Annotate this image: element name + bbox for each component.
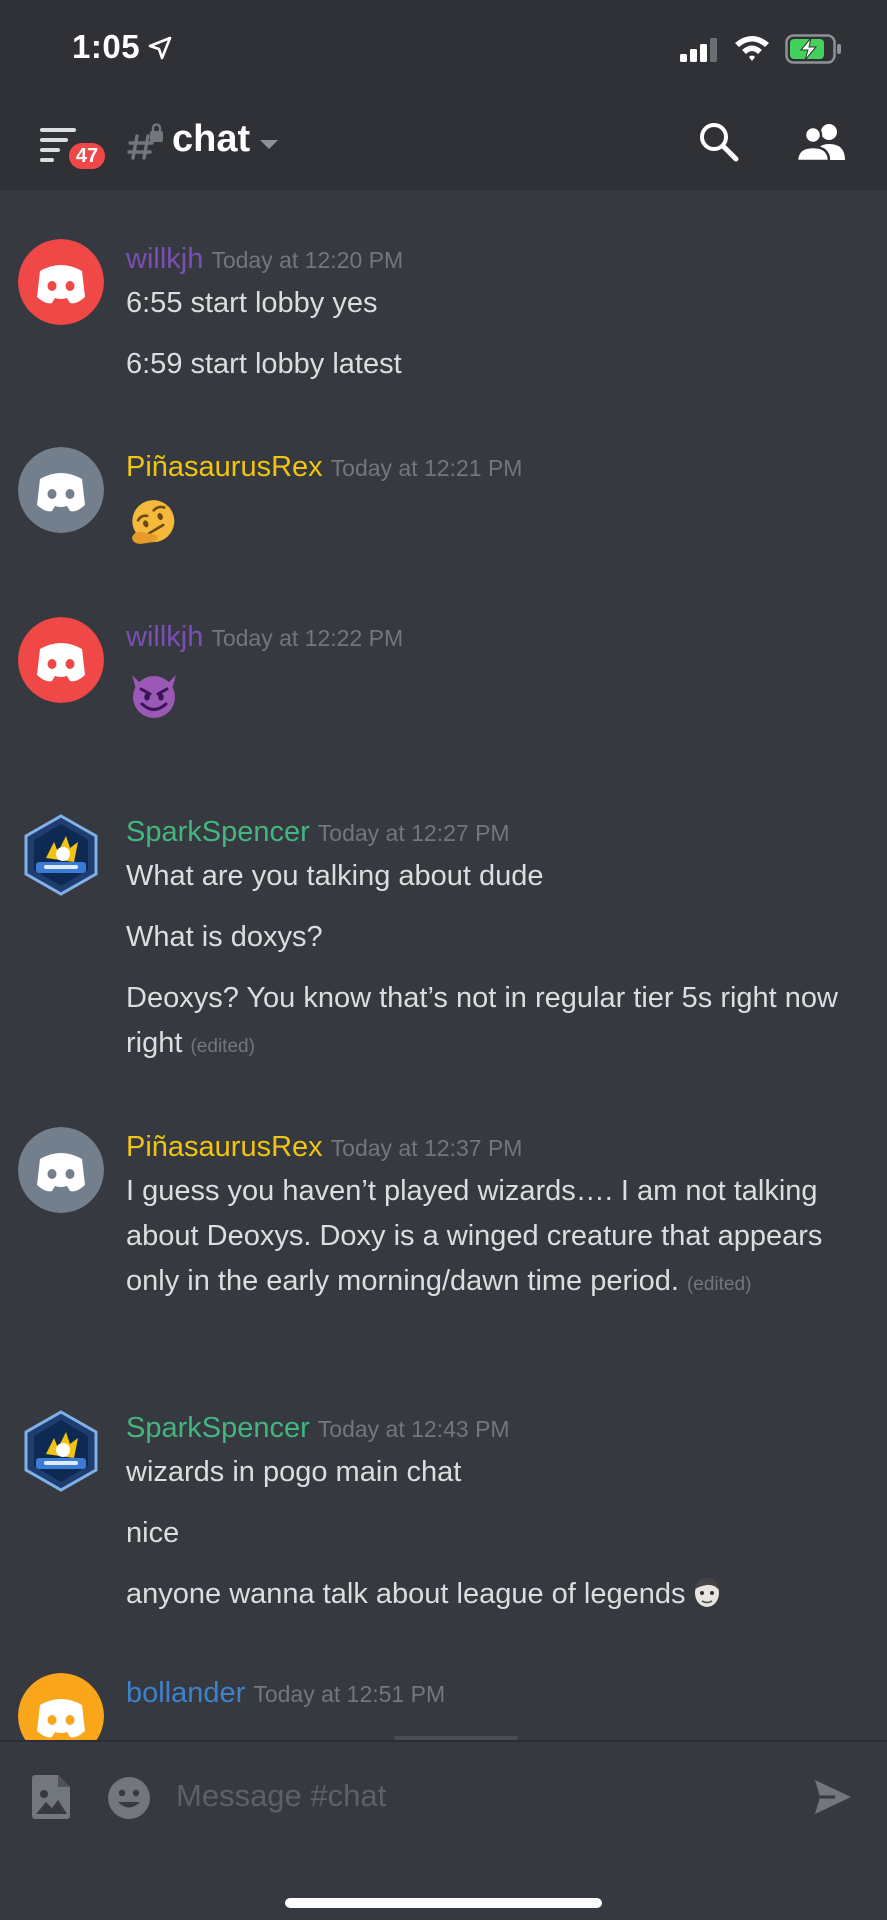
- timestamp: Today at 12:22 PM: [211, 625, 404, 651]
- channel-title[interactable]: chat: [172, 118, 250, 161]
- message-text: wizards in pogo main chat: [126, 1456, 462, 1488]
- status-time: 1:05: [72, 28, 141, 65]
- dropdown-caret-icon[interactable]: [258, 138, 280, 152]
- timestamp: Today at 12:51 PM: [253, 1681, 446, 1707]
- message-input[interactable]: [176, 1764, 776, 1828]
- message-text: Deoxys? You know that’s not in regular t…: [126, 976, 867, 1069]
- emoji-picker-icon[interactable]: [106, 1775, 152, 1821]
- message-text: 6:55 start lobby yes: [126, 287, 378, 319]
- edited-label: (edited): [686, 1274, 752, 1295]
- image-attach-icon[interactable]: [30, 1774, 72, 1820]
- cellular-signal-icon: [680, 38, 717, 62]
- username[interactable]: willkjh: [126, 621, 203, 653]
- timestamp: Today at 12:27 PM: [317, 820, 510, 846]
- message-text: What are you talking about dude: [126, 860, 544, 892]
- username[interactable]: willkjh: [126, 243, 203, 275]
- discord-logo-icon: [18, 1127, 104, 1213]
- edited-label: (edited): [190, 1036, 255, 1057]
- status-bar: 1:05: [0, 0, 887, 100]
- avatar[interactable]: [18, 617, 104, 703]
- avatar[interactable]: [18, 447, 104, 533]
- timestamp: Today at 12:43 PM: [317, 1416, 510, 1442]
- message-text: What is doxys?: [126, 921, 323, 953]
- message-text: nice: [126, 1517, 180, 1549]
- message-text-content: anyone wanna talk about league of legend…: [126, 1578, 686, 1610]
- avatar[interactable]: [18, 239, 104, 325]
- discord-logo-icon: [18, 239, 104, 325]
- message-text: I guess you haven’t played wizards…. I a…: [126, 1169, 867, 1307]
- username[interactable]: SparkSpencer: [126, 816, 310, 848]
- location-arrow-icon: [148, 36, 172, 60]
- battery-charging-icon: [785, 34, 841, 64]
- text-channel-lock-icon: [127, 123, 163, 160]
- message-text: 6:59 start lobby latest: [126, 348, 402, 380]
- discord-logo-icon: [18, 447, 104, 533]
- wifi-icon: [735, 36, 769, 61]
- message-composer: [0, 1740, 887, 1920]
- channel-header: 47 chat: [0, 100, 887, 190]
- search-icon[interactable]: [697, 120, 739, 162]
- username[interactable]: bollander: [126, 1677, 245, 1709]
- avatar[interactable]: [18, 1673, 104, 1740]
- message-list[interactable]: willkjh Today at 12:20 PM 6:55 start lobb…: [0, 190, 887, 1740]
- avatar[interactable]: [18, 1127, 104, 1213]
- sparkspencer-badge-icon: [24, 814, 98, 896]
- timestamp: Today at 12:20 PM: [211, 247, 404, 273]
- avatar[interactable]: [18, 1408, 104, 1494]
- home-indicator[interactable]: [285, 1898, 602, 1908]
- custom-face-emoji[interactable]: [692, 1575, 722, 1609]
- discord-logo-icon: [18, 1673, 104, 1740]
- unread-badge: 47: [66, 140, 108, 172]
- members-icon[interactable]: [795, 122, 847, 162]
- timestamp: Today at 12:21 PM: [330, 455, 523, 481]
- timestamp: Today at 12:37 PM: [330, 1135, 523, 1161]
- username[interactable]: PiñasaurusRex: [126, 451, 323, 483]
- sparkspencer-badge-icon: [24, 1410, 98, 1492]
- smiling-imp-emoji[interactable]: [126, 665, 182, 721]
- message-text: anyone wanna talk about league of legend…: [126, 1572, 867, 1617]
- username[interactable]: PiñasaurusRex: [126, 1131, 323, 1163]
- discord-logo-icon: [18, 617, 104, 703]
- username[interactable]: SparkSpencer: [126, 1412, 310, 1444]
- avatar[interactable]: [18, 812, 104, 898]
- send-icon[interactable]: [813, 1778, 853, 1816]
- thinking-face-emoji[interactable]: [126, 495, 182, 551]
